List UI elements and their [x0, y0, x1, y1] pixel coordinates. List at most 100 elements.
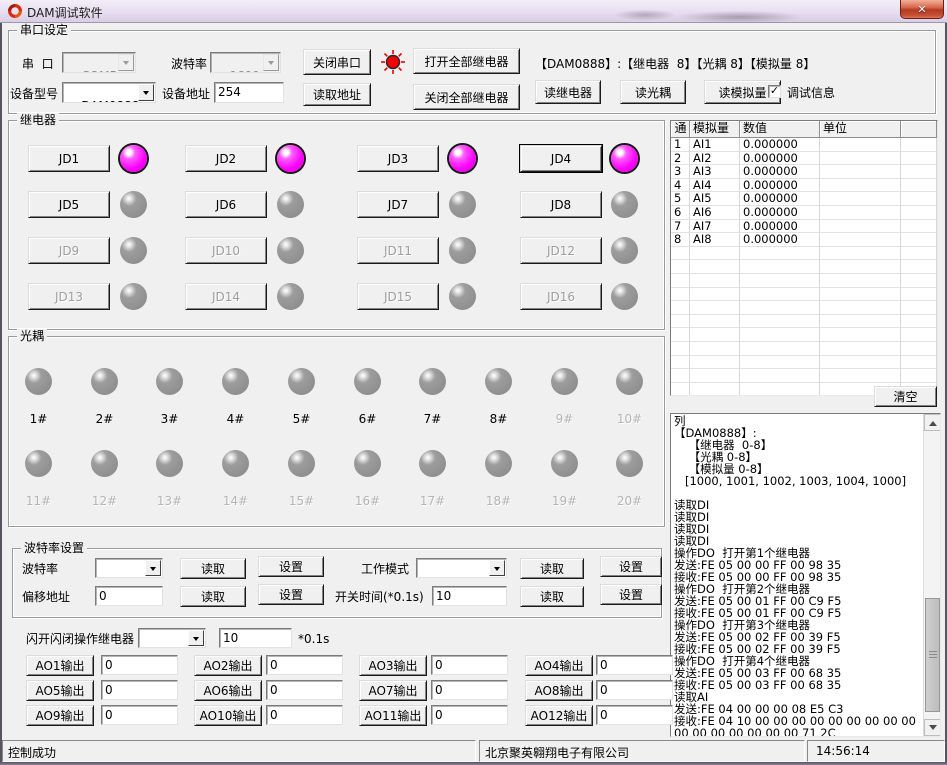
switchtime-set-button[interactable]: 设置 [600, 584, 662, 605]
switchtime-read-button[interactable]: 读取 [520, 586, 584, 607]
opto-label-13: 13# [146, 494, 193, 508]
read-addr-button[interactable]: 读取地址 [303, 83, 371, 106]
ao-output-input-6[interactable]: 0 [266, 680, 343, 700]
open-all-relays-button[interactable]: 打开全部继电器 [413, 48, 520, 74]
ao-output-button-8[interactable]: AO8输出 [525, 680, 593, 701]
baud-select[interactable]: 9600 [210, 52, 281, 73]
relay-button-jd5[interactable]: JD5 [28, 191, 110, 218]
empty-cell [671, 356, 690, 370]
log-line: 读取DI [674, 523, 922, 535]
analog-header-cell[interactable]: 通 [671, 121, 690, 138]
relay-button-jd12[interactable]: JD12 [520, 237, 602, 264]
close-all-relays-button[interactable]: 关闭全部继电器 [413, 84, 520, 110]
scroll-up-button[interactable] [924, 414, 941, 431]
analog-header-cell[interactable] [901, 121, 937, 138]
ao-output-button-7[interactable]: AO7输出 [359, 680, 427, 701]
ao-output-button-12[interactable]: AO12输出 [525, 705, 593, 726]
empty-cell [690, 315, 740, 329]
empty-cell [740, 288, 820, 302]
relay-button-jd1[interactable]: JD1 [28, 145, 110, 172]
ao-output-button-1[interactable]: AO1输出 [26, 655, 94, 676]
relay-button-jd15[interactable]: JD15 [357, 283, 439, 310]
analog-cell [820, 233, 901, 247]
device-addr-label: 设备地址 [162, 87, 210, 101]
workmode-set-button[interactable]: 设置 [600, 556, 662, 577]
read-relay-button[interactable]: 读继电器 [535, 80, 601, 104]
ao-output-button-10[interactable]: AO10输出 [194, 705, 262, 726]
opto-led-8 [485, 368, 512, 395]
ao-output-button-4[interactable]: AO4输出 [525, 655, 593, 676]
ao-output-input-3[interactable]: 0 [431, 655, 508, 675]
relay-button-jd13[interactable]: JD13 [28, 283, 110, 310]
close-port-button[interactable]: 关闭串口 [303, 49, 371, 75]
ao-output-button-2[interactable]: AO2输出 [194, 655, 262, 676]
scrollbar-thumb[interactable] [925, 598, 940, 712]
flash-mode-select[interactable]: 手动模式 [138, 628, 206, 648]
scroll-down-button[interactable] [924, 719, 941, 736]
workmode-read-button[interactable]: 读取 [520, 558, 584, 579]
read-opto-button[interactable]: 读光耦 [620, 80, 686, 104]
ao-output-input-1[interactable]: 0 [101, 655, 178, 675]
ao-output-input-12[interactable]: 0 [596, 705, 673, 725]
ao-output-button-5[interactable]: AO5输出 [26, 680, 94, 701]
switchtime-input[interactable]: 10 [432, 586, 507, 606]
debug-info-checkbox[interactable]: ✓ [768, 85, 781, 98]
empty-cell [740, 274, 820, 288]
ao-output-input-5[interactable]: 0 [101, 680, 178, 700]
relay-button-jd8[interactable]: JD8 [520, 191, 602, 218]
offset-read-button[interactable]: 读取 [180, 586, 246, 607]
analog-cell: AI1 [690, 138, 740, 152]
baud-set-button[interactable]: 设置 [258, 556, 324, 577]
empty-cell [671, 260, 690, 274]
ao-output-button-11[interactable]: AO11输出 [359, 705, 427, 726]
ao-output-input-9[interactable]: 0 [101, 705, 178, 725]
baud2-label: 波特率 [22, 562, 58, 576]
ao-output-input-8[interactable]: 0 [596, 680, 673, 700]
ao-output-button-3[interactable]: AO3输出 [359, 655, 427, 676]
relay-button-jd11[interactable]: JD11 [357, 237, 439, 264]
relay-led-12 [611, 237, 638, 264]
table-row: 1AI10.000000 [671, 138, 937, 152]
clear-button[interactable]: 清空 [874, 386, 937, 407]
table-row [671, 369, 937, 383]
relay-button-jd10[interactable]: JD10 [185, 237, 267, 264]
offset-set-button[interactable]: 设置 [258, 584, 324, 605]
opto-led-11 [25, 450, 52, 477]
titlebar[interactable]: DAM调试软件 [0, 0, 947, 23]
relay-button-jd3[interactable]: JD3 [357, 145, 439, 172]
relay-button-jd2[interactable]: JD2 [185, 145, 267, 172]
flash-unit-label: *0.1s [298, 632, 329, 646]
model-select[interactable]: DAM0888 [62, 82, 156, 103]
baud-mode-select[interactable]: 默认 [95, 558, 163, 578]
relay-led-11 [449, 237, 476, 264]
relay-button-jd7[interactable]: JD7 [357, 191, 439, 218]
analog-cell [820, 220, 901, 234]
device-addr-input[interactable]: 254 [214, 82, 284, 103]
ao-output-button-9[interactable]: AO9输出 [26, 705, 94, 726]
log-scrollbar[interactable] [923, 414, 940, 736]
relay-button-jd14[interactable]: JD14 [185, 283, 267, 310]
ao-output-input-2[interactable]: 0 [266, 655, 343, 675]
offset-input[interactable]: 0 [95, 586, 163, 606]
ao-output-button-6[interactable]: AO6输出 [194, 680, 262, 701]
analog-header-cell[interactable]: 模拟量 [690, 121, 740, 138]
relay-button-jd6[interactable]: JD6 [185, 191, 267, 218]
ao-output-input-4[interactable]: 0 [596, 655, 673, 675]
workmode-select[interactable]: 正常模式 [416, 558, 507, 578]
thumb-grip-icon [929, 651, 937, 658]
baud-read-button[interactable]: 读取 [180, 558, 246, 579]
relay-button-jd16[interactable]: JD16 [520, 283, 602, 310]
ao-output-input-11[interactable]: 0 [431, 705, 508, 725]
opto-label-2: 2# [81, 412, 128, 426]
flash-time-input[interactable]: 10 [219, 628, 292, 648]
relay-button-jd9[interactable]: JD9 [28, 237, 110, 264]
port-select[interactable]: COM5 [62, 52, 136, 73]
relay-button-jd4[interactable]: JD4 [520, 145, 602, 172]
ao-output-input-10[interactable]: 0 [266, 705, 343, 725]
opto-led-13 [156, 450, 183, 477]
debug-log-panel[interactable]: 列【DAM0888】: 【继电器 0-8】 【光耦 0-8】 【模拟量 0-8】… [670, 413, 941, 737]
analog-header-cell[interactable]: 单位 [820, 121, 901, 138]
ao-output-input-7[interactable]: 0 [431, 680, 508, 700]
analog-header-cell[interactable]: 数值 [740, 121, 820, 138]
close-button[interactable]: ✕ [900, 0, 944, 19]
